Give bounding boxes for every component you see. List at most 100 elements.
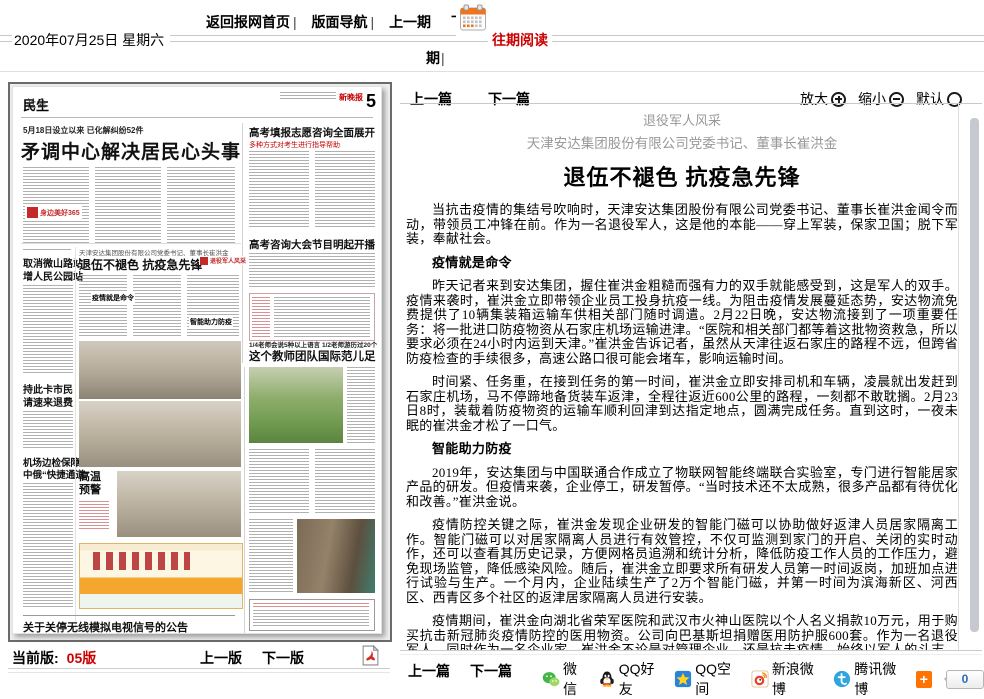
issue-date: 2020年07月25日 星期六 xyxy=(12,30,170,51)
red-square-icon xyxy=(200,257,208,265)
greeked-text xyxy=(274,297,370,337)
greeked-text xyxy=(133,275,181,337)
thumb-paper-name: 新晚报 xyxy=(339,92,363,103)
next-page-link[interactable]: 下一版 xyxy=(262,648,304,668)
greeked-text xyxy=(249,151,309,229)
thumb-a3-headline: 高考咨询大会节目明起开播 xyxy=(249,237,375,252)
nav-prev-issue-link[interactable]: 上一期 xyxy=(389,14,431,30)
thumb-a5-headline: 退伍不褪色 抗疫急先锋 xyxy=(79,256,202,273)
thumb-badge-365: 身边美好365 xyxy=(25,205,82,220)
thumb-a5-badge-label: 退役军人风采 xyxy=(210,256,246,265)
share-qzone[interactable]: QQ空间 xyxy=(674,659,742,699)
top-divider-3 xyxy=(0,71,984,72)
greeked-text xyxy=(79,501,109,531)
bookshelf-photo xyxy=(297,519,375,593)
qzone-star-icon xyxy=(674,670,692,688)
thumb-column-rule xyxy=(244,367,245,633)
thumb-notice-box xyxy=(249,599,375,631)
bottom-left-divider-2 xyxy=(8,672,390,673)
greeked-text xyxy=(347,367,375,443)
article-body: 当抗击疫情的集结号吹响时，天津安达集团股份有限公司党委书记、董事长崔洪金闻令而动… xyxy=(406,203,958,650)
prev-article-link-bottom[interactable]: 上一篇 xyxy=(408,661,450,681)
tencent-weibo-icon xyxy=(833,670,851,688)
greeked-text xyxy=(23,285,73,375)
greeked-text xyxy=(252,297,270,337)
share-tencent-weibo[interactable]: 腾讯微博 xyxy=(833,659,906,699)
nav-next-issue-link-2[interactable]: 期 xyxy=(426,50,440,66)
article-paragraph: 昨天记者来到安达集团，握住崔洪金粗糙而强有力的双手就能感受到，这是军人的双手。疫… xyxy=(406,279,958,366)
qq-penguin-icon xyxy=(598,670,616,688)
share-more-button[interactable]: + xyxy=(916,671,932,688)
article-kicker: 退役军人风采 xyxy=(406,110,958,129)
nav-next-issue-wrap[interactable]: 期| xyxy=(426,48,454,68)
nav-home-link[interactable]: 返回报网首页 xyxy=(206,14,290,30)
share-bar: 微信 QQ好友 QQ空间 xyxy=(542,659,984,699)
greeked-text xyxy=(23,249,71,252)
greeked-text xyxy=(315,151,375,229)
greeked-text xyxy=(167,167,235,245)
sina-weibo-icon xyxy=(751,670,769,688)
advertisement xyxy=(79,543,243,609)
thumb-a8-headline: 高温 预警 xyxy=(79,471,101,497)
nav-separator: | xyxy=(371,14,375,30)
thumb-a8-line2: 预警 xyxy=(79,484,101,497)
share-count-badge[interactable]: 0 xyxy=(946,670,984,689)
red-square-icon xyxy=(27,207,38,218)
thumb-a6-headline-2: 请速来退费 xyxy=(23,394,73,409)
article-footer-divider-2 xyxy=(400,654,982,655)
share-sina-weibo[interactable]: 新浪微博 xyxy=(751,659,824,699)
thumb-column-rule xyxy=(242,123,243,363)
article-paragraph: 疫情防控关键之际，崔洪金发现企业研发的智能门磁可以协助做好返津人员居家隔离工作。… xyxy=(406,518,958,605)
grass-photo xyxy=(249,367,343,443)
article-paragraph: 时间紧、任务重，在接到任务的第一时间，崔洪金立即安排司机和车辆，凌晨就出发赶到石… xyxy=(406,375,958,433)
nav-layout-link[interactable]: 版面导航 xyxy=(312,14,368,30)
pdf-icon-svg xyxy=(362,645,379,666)
thumb-row-rule xyxy=(21,243,241,244)
calendar-icon[interactable] xyxy=(456,3,490,38)
bottom-left-divider-1 xyxy=(8,668,390,669)
thumb-a5-subhead-2: 智能助力防疫 xyxy=(189,317,233,327)
street-photo-3 xyxy=(117,471,241,537)
thumb-a9-headline: 这个教师团队国际范儿足 xyxy=(249,348,376,364)
thumb-header-rule xyxy=(21,117,373,118)
share-qq[interactable]: QQ好友 xyxy=(598,659,666,699)
page-thumbnail-panel: 民生·社会 新晚报 5 5月18日设立以来 已化解纠纷52件 矛调中心解决居民心… xyxy=(8,82,392,642)
greeked-text xyxy=(95,167,161,245)
current-page-value: 05版 xyxy=(67,650,97,666)
thumb-masthead-info xyxy=(280,92,336,101)
thumb-a4-headline-2: 增人民公园站 xyxy=(23,268,83,283)
thumb-a1-kicker: 5月18日设立以来 已化解纠纷52件 xyxy=(23,125,143,136)
thumb-badge-365-label: 身边美好365 xyxy=(40,208,80,218)
share-sina-weibo-label: 新浪微博 xyxy=(772,659,824,699)
thumb-a1-headline: 矛调中心解决居民心头事 xyxy=(21,137,241,164)
thumb-page-number: 5 xyxy=(366,92,376,110)
past-issues-link[interactable]: 往期阅读 xyxy=(488,30,552,50)
scrollbar-thumb[interactable] xyxy=(970,118,979,632)
article-title: 退伍不褪色 抗疫急先锋 xyxy=(406,160,958,192)
newspaper-page-thumbnail[interactable]: 民生·社会 新晚报 5 5月18日设立以来 已化解纠纷52件 矛调中心解决居民心… xyxy=(12,86,382,634)
greeked-text xyxy=(315,449,375,513)
share-tencent-weibo-label: 腾讯微博 xyxy=(854,659,906,699)
next-article-link-bottom[interactable]: 下一篇 xyxy=(470,661,512,681)
article-footer-divider-1 xyxy=(400,650,982,651)
greeked-text xyxy=(79,275,127,337)
greeked-text xyxy=(253,603,369,607)
share-qzone-label: QQ空间 xyxy=(695,659,742,699)
article-section-heading: 疫情就是命令 xyxy=(406,256,958,271)
greeked-text xyxy=(23,411,73,449)
thumb-section-rest: ·社会 xyxy=(23,95,46,110)
share-wechat-label: 微信 xyxy=(563,659,589,699)
ad-calligraphy xyxy=(93,552,190,570)
main-nav: 返回报网首页| 版面导航| 上一期 下一 xyxy=(204,12,481,32)
greeked-text xyxy=(253,610,369,627)
thumb-a5-badge: 退役军人风采 xyxy=(199,256,247,265)
greeked-text xyxy=(249,449,309,513)
street-photo-2 xyxy=(79,401,241,467)
nav-separator: | xyxy=(441,50,445,66)
article-subtitle: 天津安达集团股份有限公司党委书记、董事长崔洪金 xyxy=(406,132,958,152)
greeked-text xyxy=(249,519,293,593)
share-wechat[interactable]: 微信 xyxy=(542,659,589,699)
street-photo xyxy=(79,341,241,399)
prev-page-link[interactable]: 上一版 xyxy=(200,648,242,668)
share-qq-label: QQ好友 xyxy=(619,659,666,699)
